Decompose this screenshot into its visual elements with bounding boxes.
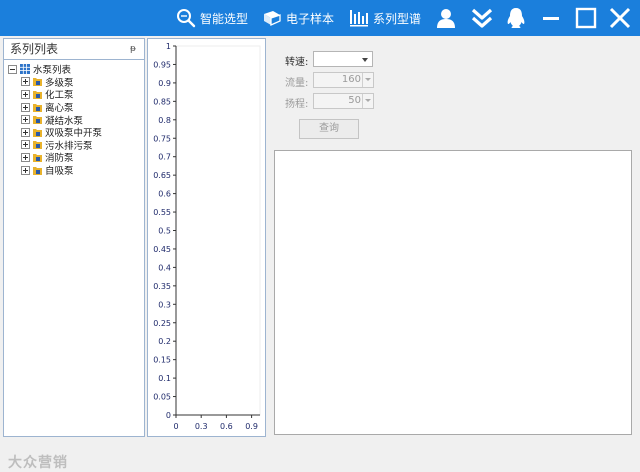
e-sample-label: 电子样本 xyxy=(286,11,335,26)
flow-value: 160 xyxy=(341,74,361,85)
plot-area xyxy=(175,45,261,416)
series-spectrum-label: 系列型谱 xyxy=(373,11,422,26)
title-bar: 智能选型 电子样本 系列型谱 xyxy=(0,0,640,36)
pin-icon[interactable]: ᵽ xyxy=(130,39,136,59)
smart-select-label: 智能选型 xyxy=(200,11,249,26)
y-tick-label: 0.05 xyxy=(153,393,171,402)
tree-item[interactable]: 消防泵 xyxy=(4,151,144,164)
user-icon xyxy=(437,9,455,28)
series-list-header: 系列列表 ᵽ xyxy=(4,39,144,60)
folder-icon xyxy=(33,103,42,112)
close-icon xyxy=(609,7,631,29)
y-tick-label: 0.95 xyxy=(153,60,171,69)
x-tick-label: 0.9 xyxy=(245,422,258,431)
speed-select[interactable] xyxy=(313,51,373,67)
tree-item[interactable]: 自吸泵 xyxy=(4,164,144,177)
y-tick-label: 0.3 xyxy=(158,300,171,309)
y-tick-label: 0 xyxy=(166,411,171,420)
expand-toggle-icon[interactable] xyxy=(21,89,30,99)
folder-icon xyxy=(33,166,42,175)
x-tick-label: 0 xyxy=(173,422,178,431)
y-tick-label: 0.75 xyxy=(153,134,171,143)
folder-icon xyxy=(33,116,42,125)
close-button[interactable] xyxy=(607,5,633,31)
tree-item[interactable]: 化工泵 xyxy=(4,88,144,101)
curve-chart-panel: 0 0.05 0.1 0.15 0.2 0.25 0.3 0.35 0.4 0.45 0.5 0.55… xyxy=(147,38,266,437)
flow-input[interactable]: 160 xyxy=(313,72,374,88)
y-tick-label: 0.4 xyxy=(158,263,171,272)
book-icon xyxy=(264,11,281,27)
pump-tree: 水泵列表 多级泵 化工泵 离心泵 凝结水泵 双吸泵中开泵 污水排污泵 消防泵自吸泵 xyxy=(4,60,144,177)
spectrum-icon xyxy=(350,10,368,27)
curve-chart: 0 0.05 0.1 0.15 0.2 0.25 0.3 0.35 0.4 0.45 0.5 0.55… xyxy=(153,42,261,431)
head-input[interactable]: 50 xyxy=(313,93,374,109)
folder-icon xyxy=(33,128,42,137)
y-tick-label: 0.45 xyxy=(153,245,171,254)
series-spectrum-button[interactable]: 系列型谱 xyxy=(349,0,421,36)
tree-item-label: 自吸泵 xyxy=(45,166,74,178)
series-list-panel: 系列列表 ᵽ 水泵列表 多级泵 化工泵 离心泵 凝结水泵 双吸泵中开泵 污水排污泵 消防泵自… xyxy=(3,38,145,471)
y-tick-label: 0.5 xyxy=(158,227,171,236)
y-tick-label: 0.65 xyxy=(153,171,171,180)
expand-toggle-icon[interactable] xyxy=(21,127,30,137)
head-label: 扬程: xyxy=(285,99,309,110)
folder-icon xyxy=(33,90,42,99)
minimize-icon xyxy=(543,17,559,20)
expand-toggle-icon[interactable] xyxy=(21,140,30,150)
tree-item[interactable]: 双吸泵中开泵 xyxy=(4,126,144,139)
y-tick-label: 0.8 xyxy=(158,116,171,125)
y-tick-label: 0.15 xyxy=(153,356,171,365)
folder-icon xyxy=(33,153,42,162)
folder-icon xyxy=(33,141,42,150)
y-tick-label: 0.55 xyxy=(153,208,171,217)
y-tick-label: 0.7 xyxy=(158,153,171,162)
collapse-toggle-icon[interactable] xyxy=(8,64,17,74)
x-tick-label: 0.3 xyxy=(195,422,208,431)
smart-select-button[interactable]: 智能选型 xyxy=(176,0,248,36)
maximize-icon xyxy=(575,7,597,29)
y-tick-label: 0.35 xyxy=(153,282,171,291)
flow-label: 流量: xyxy=(285,78,309,89)
qq-button[interactable] xyxy=(503,5,529,31)
expand-toggle-icon[interactable] xyxy=(21,102,30,112)
maximize-button[interactable] xyxy=(573,5,599,31)
qq-penguin-icon xyxy=(507,8,525,28)
grid-icon xyxy=(20,64,30,75)
folder-icon xyxy=(33,78,42,87)
flow-spinner-icon[interactable] xyxy=(362,73,373,87)
collapse-button[interactable] xyxy=(469,5,495,31)
minimize-button[interactable] xyxy=(538,5,564,31)
x-tick-label: 0.6 xyxy=(220,422,233,431)
tree-item[interactable]: 多级泵 xyxy=(4,76,144,89)
y-tick-label: 0.2 xyxy=(158,337,171,346)
user-button[interactable] xyxy=(433,5,459,31)
head-value: 50 xyxy=(348,95,361,106)
e-sample-button[interactable]: 电子样本 xyxy=(262,0,334,36)
tree-item[interactable]: 凝结水泵 xyxy=(4,113,144,127)
series-list-title: 系列列表 xyxy=(10,42,59,56)
speed-label: 转速: xyxy=(285,57,309,68)
watermark-logo: 大众营销 xyxy=(8,455,68,471)
query-button[interactable]: 查询 xyxy=(299,119,359,139)
expand-toggle-icon[interactable] xyxy=(21,152,30,162)
dropdown-arrow-icon xyxy=(362,58,368,62)
tree-item[interactable]: 污水排污泵 xyxy=(4,139,144,152)
expand-toggle-icon[interactable] xyxy=(21,77,30,87)
y-tick-label: 1 xyxy=(166,42,171,51)
head-spinner-icon[interactable] xyxy=(362,94,373,108)
double-chevron-down-icon xyxy=(471,8,493,28)
magnifier-icon xyxy=(177,9,196,28)
result-panel xyxy=(274,150,632,435)
tree-item[interactable]: 离心泵 xyxy=(4,101,144,114)
expand-toggle-icon[interactable] xyxy=(21,115,30,125)
y-tick-label: 0.1 xyxy=(158,374,171,383)
y-tick-label: 0.9 xyxy=(158,79,171,88)
y-tick-label: 0.85 xyxy=(153,97,171,106)
expand-toggle-icon[interactable] xyxy=(21,165,30,175)
y-tick-label: 0.25 xyxy=(153,319,171,328)
y-tick-label: 0.6 xyxy=(158,190,171,199)
tree-root-pump-list[interactable]: 水泵列表 xyxy=(4,63,144,76)
